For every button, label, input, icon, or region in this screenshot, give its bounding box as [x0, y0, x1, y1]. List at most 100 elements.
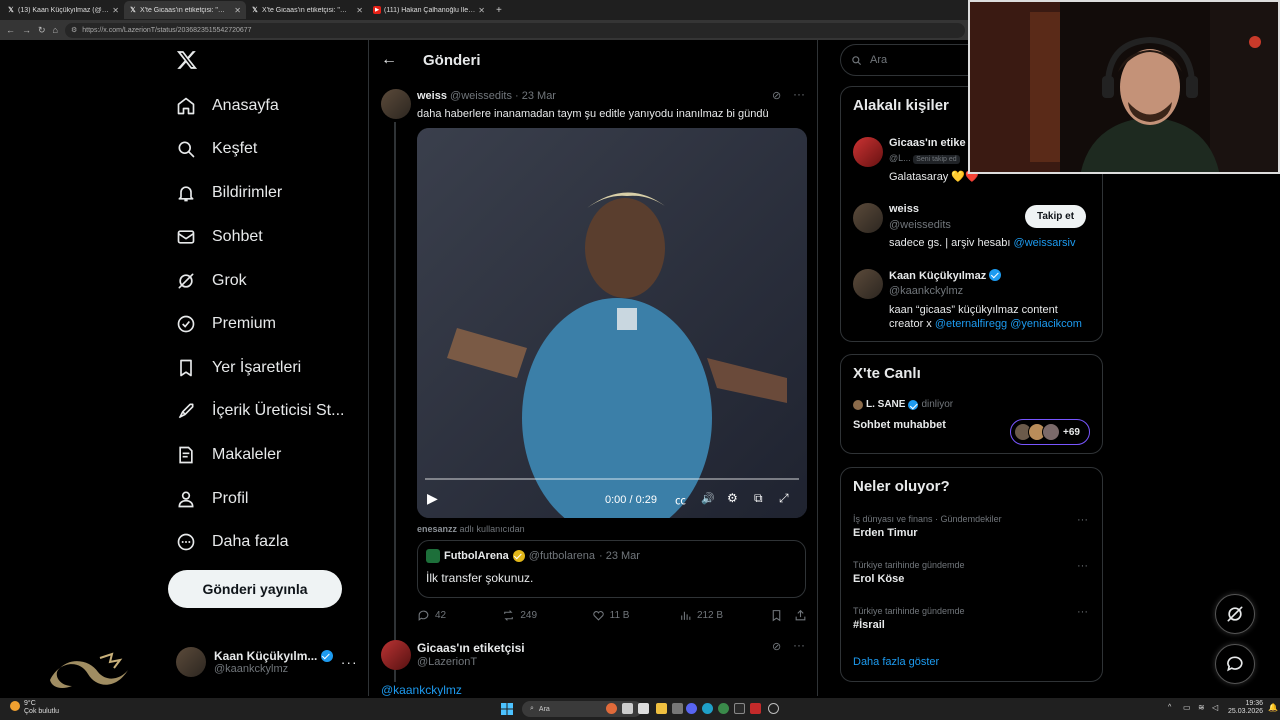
x-logo-icon[interactable]	[176, 49, 198, 71]
verified-icon	[320, 650, 333, 662]
taskbar-app-icon[interactable]	[768, 703, 779, 714]
grok-icon[interactable]: ⊘	[772, 640, 781, 653]
verified-gold-icon	[512, 550, 525, 562]
like-button[interactable]: 11 B	[592, 609, 679, 622]
wifi-icon[interactable]: ≋	[1198, 703, 1205, 712]
trend-item[interactable]: Türkiye tarihinde gündemde Erol Köse ···	[853, 560, 1093, 585]
captions-icon[interactable]: ㏄	[675, 492, 686, 508]
notification-bell-icon[interactable]: 🔔	[1268, 703, 1278, 712]
taskbar-app-icon[interactable]	[606, 703, 617, 714]
close-icon[interactable]: ✕	[234, 6, 241, 15]
heart-icon	[592, 610, 604, 621]
video-attribution: enesanzz adlı kullanıcıdan	[417, 524, 525, 534]
weather-icon[interactable]	[10, 701, 20, 711]
network-icon[interactable]: ▭	[1183, 703, 1191, 712]
reply-mention[interactable]: @kaankckylmz	[381, 683, 462, 696]
edge-icon[interactable]	[702, 703, 713, 714]
volume-icon[interactable]: ◁	[1212, 703, 1218, 712]
forward-icon[interactable]: →	[22, 25, 31, 35]
main-column: ← Gönderi weiss @weissedits · 23 Mar ⊘ ·…	[368, 40, 818, 696]
trend-item[interactable]: İş dünyası ve finans · Gündemdekiler Erd…	[853, 514, 1093, 539]
reply-button[interactable]: 42	[417, 609, 502, 622]
taskbar-app-icon[interactable]	[734, 703, 745, 714]
avatar[interactable]	[853, 269, 883, 299]
avatar[interactable]	[853, 203, 883, 233]
post-button[interactable]: Gönderi yayınla	[168, 570, 342, 608]
home-browser-icon[interactable]: ⌂	[53, 25, 58, 35]
avatar[interactable]	[381, 640, 411, 670]
nav-item-creator-studio[interactable]: İçerik Üreticisi St...	[176, 396, 344, 426]
more-dots-icon[interactable]: ···	[793, 87, 805, 101]
close-icon[interactable]: ✕	[478, 6, 485, 15]
grok-floating-button[interactable]	[1215, 594, 1255, 634]
discord-icon[interactable]	[686, 703, 697, 714]
volume-icon[interactable]: 🔊	[701, 492, 715, 505]
nav-item-bookmarks[interactable]: Yer İşaretleri	[176, 353, 301, 383]
webcam-video	[970, 2, 1278, 172]
quoted-tweet[interactable]: FutbolArena @futbolarena · 23 Mar İlk tr…	[417, 540, 806, 598]
nav-item-chat[interactable]: Sohbet	[176, 222, 263, 252]
account-switcher[interactable]: Kaan Küçükyılm... @kaankckylmz ···	[176, 642, 358, 682]
bookmark-button[interactable]	[770, 609, 794, 622]
views-icon	[681, 611, 691, 620]
new-tab-button[interactable]: +	[490, 5, 508, 16]
nav-item-articles[interactable]: Makaleler	[176, 440, 281, 470]
back-arrow-icon[interactable]: ←	[381, 51, 397, 69]
task-view-icon[interactable]	[622, 703, 633, 714]
nav-item-more[interactable]: Daha fazla	[176, 527, 289, 557]
nav-item-profile[interactable]: Profil	[176, 484, 248, 514]
reload-icon[interactable]: ↻	[38, 25, 46, 36]
avatar[interactable]	[381, 89, 411, 119]
back-icon[interactable]: ←	[6, 25, 15, 35]
site-info-icon[interactable]: ⚙	[71, 26, 77, 34]
nav-item-premium[interactable]: Premium	[176, 309, 276, 339]
more-dots-icon[interactable]: ···	[1077, 514, 1088, 526]
repost-button[interactable]: 249	[502, 609, 591, 622]
show-more-link[interactable]: Daha fazla göster	[853, 656, 939, 668]
file-explorer-icon[interactable]	[656, 703, 667, 714]
taskbar-app-icon[interactable]	[750, 703, 761, 714]
windows-start-icon[interactable]	[501, 703, 513, 715]
verified-icon	[908, 399, 919, 410]
url-field[interactable]: ⚙ https://x.com/LazerionT/status/2036823…	[64, 22, 965, 38]
taskbar-app-icon[interactable]	[672, 703, 683, 714]
messages-floating-button[interactable]	[1215, 644, 1255, 684]
follow-button[interactable]: Takip et	[1025, 205, 1087, 228]
browser-tab[interactable]: 𝕏 (13) Kaan Küçükyılmaz (@kaankc ✕	[2, 1, 124, 19]
fullscreen-icon[interactable]: ⤢	[779, 491, 789, 506]
nav-item-home[interactable]: Anasayfa	[176, 91, 279, 121]
trend-item[interactable]: Türkiye tarihinde gündemde #İsrail ···	[853, 606, 1093, 631]
play-icon[interactable]: ▶	[427, 490, 438, 507]
tweet-author-name[interactable]: weiss	[417, 90, 447, 102]
views-button[interactable]: 212 B	[679, 609, 770, 622]
avatar[interactable]	[853, 137, 883, 167]
nav-item-explore[interactable]: Keşfet	[176, 134, 257, 164]
more-dots-icon[interactable]: ···	[793, 638, 805, 652]
more-dots-icon[interactable]: ···	[341, 654, 358, 670]
avatar	[426, 549, 440, 563]
chevron-up-icon[interactable]: ^	[1168, 704, 1171, 711]
clock[interactable]: 19:36 25.03.2026	[1228, 700, 1263, 716]
taskbar-app-icon[interactable]	[638, 703, 649, 714]
nav-item-notifications[interactable]: Bildirimler	[176, 178, 282, 208]
close-icon[interactable]: ✕	[356, 6, 363, 15]
reply-author-name[interactable]: Gicaas'ın etiketçisi	[417, 641, 525, 655]
more-dots-icon[interactable]: ···	[1077, 606, 1088, 618]
pip-icon[interactable]: ⧉	[754, 491, 763, 506]
grok-icon[interactable]: ⊘	[772, 89, 781, 102]
grok-icon	[1227, 606, 1243, 622]
nav-item-grok[interactable]: Grok	[176, 266, 247, 296]
close-icon[interactable]: ✕	[112, 6, 119, 15]
browser-tab[interactable]: ▶ (111) Hakan Çalhanoğlu İle Milan ✕	[368, 1, 490, 19]
settings-icon[interactable]: ⚙	[727, 491, 738, 505]
share-button[interactable]	[794, 609, 807, 622]
video-progress-bar[interactable]	[425, 478, 799, 480]
browser-tab[interactable]: 𝕏 X'te Gicaas'ın etiketçisi: "@atavrat ✕	[246, 1, 368, 19]
youtube-favicon-icon: ▶	[373, 6, 381, 14]
taskbar-app-icon[interactable]	[718, 703, 729, 714]
live-listeners-pill[interactable]: +69	[1010, 419, 1090, 445]
x-favicon-icon: 𝕏	[252, 7, 258, 14]
video-player[interactable]: ▶ 0:00 / 0:29 ㏄ 🔊 ⚙ ⧉ ⤢	[417, 128, 807, 518]
browser-tab-active[interactable]: 𝕏 X'te Gicaas'ın etiketçisi: "@weisse ✕	[124, 1, 246, 19]
more-dots-icon[interactable]: ···	[1077, 560, 1088, 572]
